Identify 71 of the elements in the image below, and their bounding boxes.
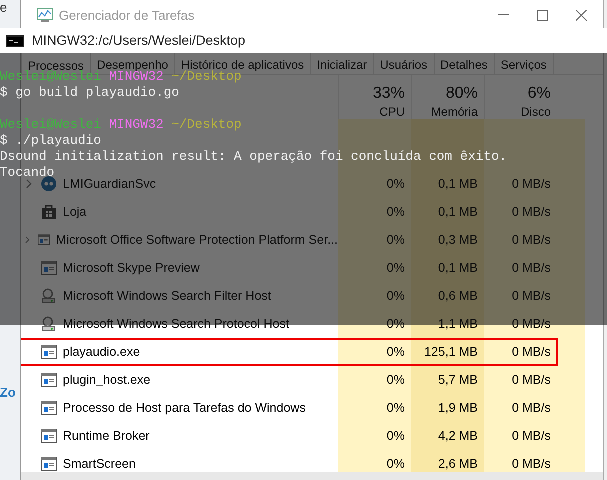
terminal-text: Weslei@Weslei bbox=[0, 117, 102, 133]
terminal-text: $ ./playaudio bbox=[0, 133, 102, 149]
memory-cell: 1,9 MB bbox=[411, 394, 484, 422]
process-name: Processo de Host para Tarefas do Windows bbox=[63, 401, 306, 415]
window-icon bbox=[41, 345, 57, 359]
cpu-cell: 0% bbox=[338, 282, 411, 310]
disk-cell: 0 MB/s bbox=[484, 450, 557, 472]
search-icon bbox=[41, 316, 57, 332]
disk-cell: 0 MB/s bbox=[484, 422, 557, 450]
process-name: Microsoft Office Software Protection Platform Ser... bbox=[56, 233, 338, 247]
disk-cell: 0 MB/s bbox=[484, 170, 557, 198]
column-usage: 6% bbox=[528, 85, 551, 103]
console-icon bbox=[6, 34, 24, 46]
terminal-text: Dsound initialization result: A operação foi concluída com êxito. bbox=[0, 149, 508, 165]
cpu-cell: 0% bbox=[338, 394, 411, 422]
disk-cell: 0 MB/s bbox=[484, 394, 557, 422]
minimize-icon[interactable] bbox=[498, 14, 509, 16]
close-icon[interactable] bbox=[576, 10, 587, 20]
memory-cell: 5,7 MB bbox=[411, 366, 484, 394]
memory-cell: 0,1 MB bbox=[411, 198, 484, 226]
terminal-text: Tocando bbox=[0, 165, 55, 181]
window-icon bbox=[41, 373, 57, 387]
memory-cell: 0,1 MB bbox=[411, 170, 484, 198]
maximize-icon[interactable] bbox=[537, 10, 548, 20]
memory-cell: 2,6 MB bbox=[411, 450, 484, 472]
process-name: Runtime Broker bbox=[63, 429, 150, 443]
background-window-text: e bbox=[0, 0, 8, 15]
cpu-cell: 0% bbox=[338, 422, 411, 450]
terminal-text: MINGW32 bbox=[109, 117, 164, 133]
column-header[interactable]: Disco bbox=[520, 105, 551, 119]
window-icon bbox=[41, 401, 57, 415]
window-icon bbox=[41, 457, 57, 471]
column-usage: 33% bbox=[372, 85, 405, 103]
process-name: Loja bbox=[63, 205, 87, 219]
cpu-cell: 0% bbox=[338, 170, 411, 198]
window-icon bbox=[41, 429, 57, 443]
cpu-cell: 0% bbox=[338, 254, 411, 282]
background-window-text: Zo bbox=[0, 385, 17, 400]
process-name: SmartScreen bbox=[63, 457, 136, 471]
horizontal-scrollbar[interactable] bbox=[21, 472, 603, 480]
process-name: Microsoft Skype Preview bbox=[63, 261, 200, 275]
process-name: playaudio.exe bbox=[63, 345, 140, 359]
terminal-text: ~/Desktop bbox=[172, 117, 242, 133]
app-icon bbox=[41, 176, 57, 192]
store-icon bbox=[41, 204, 57, 220]
terminal-title: MINGW32:/c/Users/Weslei/Desktop bbox=[32, 33, 246, 48]
memory-cell: 0,6 MB bbox=[411, 282, 484, 310]
process-name: plugin_host.exe bbox=[63, 373, 151, 387]
window-title: Gerenciador de Tarefas bbox=[59, 8, 196, 22]
cpu-cell: 0% bbox=[338, 450, 411, 472]
disk-cell: 0 MB/s bbox=[484, 366, 557, 394]
search-icon bbox=[41, 288, 57, 304]
memory-cell: 0,3 MB bbox=[411, 226, 484, 254]
column-header[interactable]: CPU bbox=[380, 105, 405, 119]
process-name: Microsoft Windows Search Filter Host bbox=[63, 289, 272, 303]
process-name: LMIGuardianSvc bbox=[63, 177, 156, 191]
terminal-text: $ go build playaudio.go bbox=[0, 85, 180, 101]
memory-cell: 4,2 MB bbox=[411, 422, 484, 450]
memory-cell: 0,1 MB bbox=[411, 254, 484, 282]
chart-icon bbox=[37, 8, 53, 22]
column-usage: 80% bbox=[446, 85, 478, 103]
disk-cell: 0 MB/s bbox=[484, 226, 557, 254]
disk-cell: 0 MB/s bbox=[484, 282, 557, 310]
column-header[interactable]: Memória bbox=[431, 105, 478, 119]
cpu-cell: 0% bbox=[338, 226, 411, 254]
window-icon bbox=[41, 261, 57, 275]
disk-cell: 0 MB/s bbox=[484, 198, 557, 226]
disk-cell: 0 MB/s bbox=[484, 254, 557, 282]
cpu-cell: 0% bbox=[338, 366, 411, 394]
window-icon bbox=[38, 233, 50, 247]
cpu-cell: 0% bbox=[338, 198, 411, 226]
